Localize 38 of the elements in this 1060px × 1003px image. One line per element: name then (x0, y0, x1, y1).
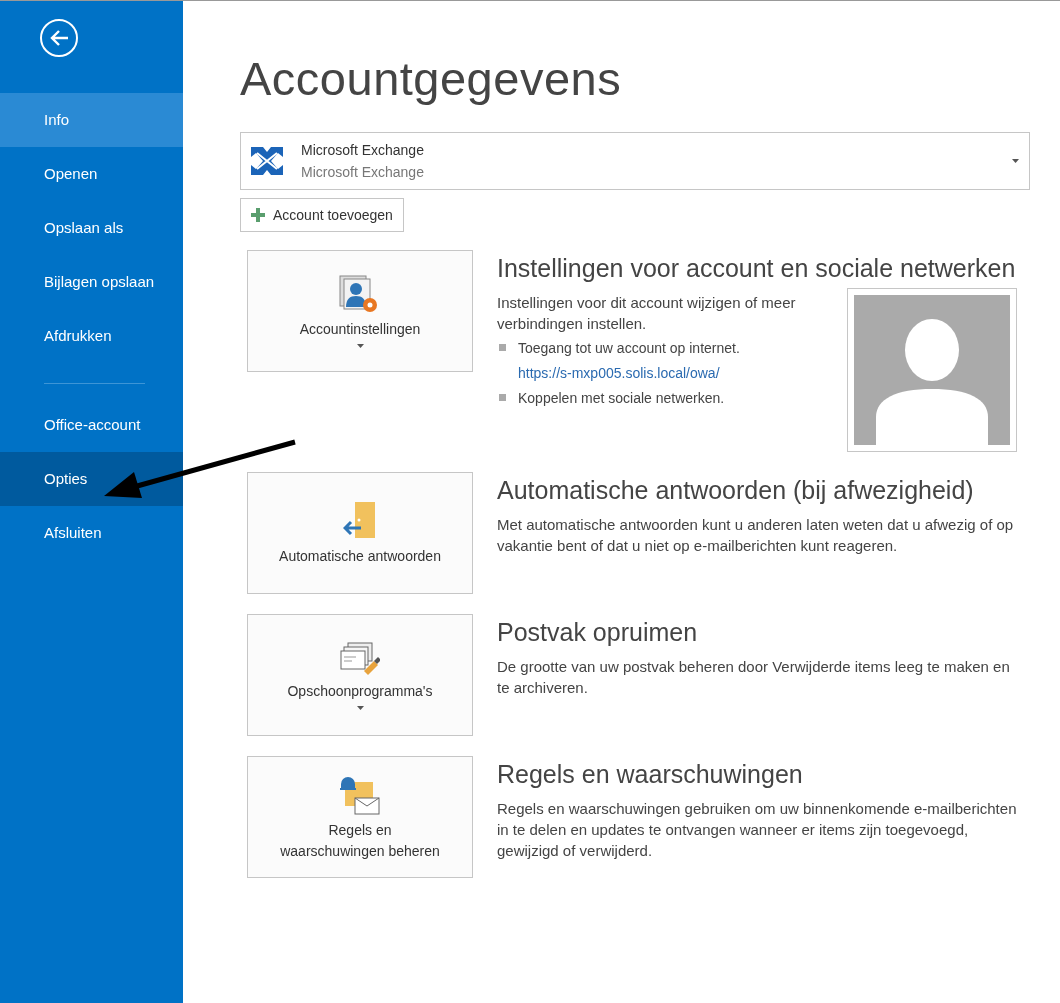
sidebar-item[interactable]: Afsluiten (0, 506, 183, 560)
bullet-text: Koppelen met sociale netwerken. (518, 389, 725, 408)
section-button[interactable]: Automatische antwoorden (247, 472, 473, 594)
sidebar-item[interactable]: Opties (0, 452, 183, 506)
page-title: Accountgegevens (240, 51, 623, 106)
back-arrow-icon (49, 29, 69, 47)
sidebar-item[interactable]: Openen (0, 147, 183, 201)
sidebar-item[interactable]: Office-account (0, 398, 183, 452)
bullet-icon (499, 344, 506, 351)
bullet-text: Toegang tot uw account op internet. (518, 339, 740, 358)
caret-icon (356, 705, 364, 710)
sidebar-item[interactable]: Afdrukken (0, 309, 183, 363)
section-title: Regels en waarschuwingen (497, 759, 804, 790)
caret-icon (1012, 159, 1019, 163)
section-button[interactable]: Opschoonprogramma's (247, 614, 473, 736)
caret-icon (356, 343, 364, 348)
account-name: Microsoft Exchange (301, 142, 425, 158)
sidebar-item[interactable]: Bijlagen opslaan (0, 255, 183, 309)
person-silhouette-icon (854, 295, 1010, 445)
section-title: Instellingen voor account en sociale netwerken (497, 253, 1017, 284)
section-title: Automatische antwoorden (bij afwezigheid) (497, 475, 975, 506)
sidebar-item[interactable]: Opslaan als (0, 201, 183, 255)
section-button[interactable]: Regels en waarschuwingen beheren (247, 756, 473, 878)
add-account-button[interactable]: Account toevoegen (240, 198, 404, 232)
section-description: Met automatische antwoorden kunt u anderen laten weten dat u afwezig of op vakantie bent of dat u niet op e-mailberichten kunt reageren. (497, 515, 1015, 556)
plus-icon (251, 208, 265, 222)
owa-link[interactable]: https://s-mxp005.solis.local/owa/ (518, 363, 740, 384)
section-description: Instellingen voor dit account wijzigen of meer verbindingen instellen. (497, 293, 797, 334)
envelopes-brush-icon (340, 640, 380, 677)
section-button[interactable]: Accountinstellingen (247, 250, 473, 372)
back-button[interactable] (40, 19, 78, 57)
account-type: Microsoft Exchange (301, 164, 425, 180)
sidebar-item[interactable]: Info (0, 93, 183, 147)
bullet-icon (499, 394, 506, 401)
account-dropdown[interactable]: Microsoft Exchange Microsoft Exchange (240, 132, 1030, 190)
section-title: Postvak opruimen (497, 617, 699, 648)
section-description: De grootte van uw postvak beheren door Verwijderde items leeg te maken en te archiveren. (497, 657, 1011, 698)
section-description: Regels en waarschuwingen gebruiken om uw binnenkomende e-mailberichten in te delen en updates te ontvangen wanneer er items zijn toegevoegd, gewijzigd of verwijderd. (497, 799, 1017, 861)
